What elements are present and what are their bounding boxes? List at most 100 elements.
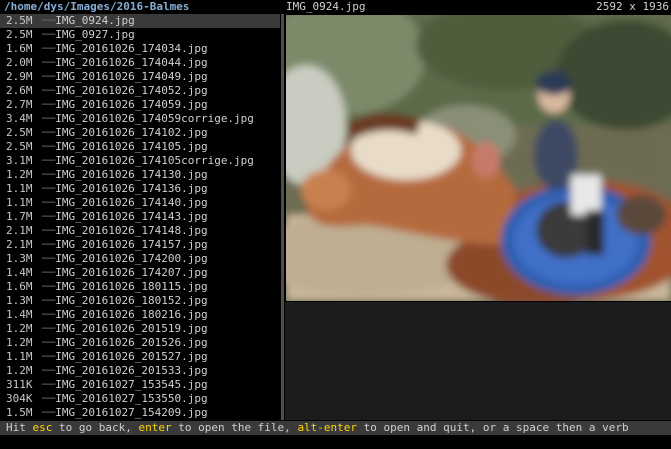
tree-branch-glyph: ── [42,182,56,195]
file-row[interactable]: 2.7M ── IMG_20161026_174059.jpg [0,98,280,112]
file-row[interactable]: 2.5M ── IMG_20161026_174105.jpg [0,140,280,154]
file-name: IMG_20161026_180152.jpg [55,294,208,307]
file-name: IMG_0927.jpg [55,28,135,41]
file-row[interactable]: 1.4M ── IMG_20161026_180216.jpg [0,308,280,322]
hint-text: to open the file, [171,421,298,434]
hint-text: to go back, [52,421,139,434]
file-name: IMG_20161026_174044.jpg [55,56,208,69]
file-name: IMG_20161026_174105corrige.jpg [55,154,254,167]
file-name: IMG_20161026_174052.jpg [55,84,208,97]
file-size: 1.6M [6,280,33,293]
file-size: 2.1M [6,238,33,251]
file-size: 1.2M [6,168,33,181]
tree-branch-glyph: ── [42,210,56,223]
file-row[interactable]: 2.1M ── IMG_20161026_174148.jpg [0,224,280,238]
file-row[interactable]: 2.5M ── IMG_20161026_174102.jpg [0,126,280,140]
file-size: 1.2M [6,322,33,335]
file-size: 2.6M [6,84,33,97]
file-name: IMG_20161026_201526.jpg [55,336,208,349]
file-row[interactable]: 1.3M ── IMG_20161026_174200.jpg [0,252,280,266]
file-name: IMG_20161026_180216.jpg [55,308,208,321]
file-name: IMG_20161026_201533.jpg [55,364,208,377]
file-size: 1.4M [6,266,33,279]
file-row[interactable]: 1.2M ── IMG_20161026_201526.jpg [0,336,280,350]
file-row[interactable]: 2.1M ── IMG_20161026_174157.jpg [0,238,280,252]
preview-panel: IMG_0924.jpg 2592 x 1936 [285,0,671,420]
current-path[interactable]: /home/dys/Images/2016-Balmes [0,0,280,14]
tree-branch-glyph: ── [42,98,56,111]
preview-empty-area [285,302,671,420]
file-name: IMG_20161026_174157.jpg [55,238,208,251]
tree-branch-glyph: ── [42,406,56,419]
file-size: 1.1M [6,182,33,195]
file-row[interactable]: 1.2M ── IMG_20161026_174130.jpg [0,168,280,182]
tree-branch-glyph: ── [42,280,56,293]
file-row[interactable]: 1.1M ── IMG_20161026_201527.jpg [0,350,280,364]
file-name: IMG_20161026_174143.jpg [55,210,208,223]
file-row[interactable]: 3.1M ── IMG_20161026_174105corrige.jpg [0,154,280,168]
tree-branch-glyph: ── [42,196,56,209]
file-row[interactable]: 2.9M ── IMG_20161026_174049.jpg [0,70,280,84]
file-name: IMG_20161026_174148.jpg [55,224,208,237]
file-name: IMG_0924.jpg [55,14,135,27]
tree-branch-glyph: ── [42,140,56,153]
file-size: 311K [6,378,33,391]
file-size: 2.5M [6,14,33,27]
file-name: IMG_20161026_174130.jpg [55,168,208,181]
file-name: IMG_20161026_174207.jpg [55,266,208,279]
tree-branch-glyph: ── [42,294,56,307]
file-size: 1.2M [6,364,33,377]
file-name: IMG_20161026_174059.jpg [55,98,208,111]
file-row[interactable]: 2.6M ── IMG_20161026_174052.jpg [0,84,280,98]
file-name: IMG_20161027_154209.jpg [55,406,208,419]
file-size: 1.3M [6,252,33,265]
panel-separator [281,14,284,420]
file-row[interactable]: 304K ── IMG_20161027_153550.jpg [0,392,280,406]
tree-branch-glyph: ── [42,266,56,279]
file-size: 2.0M [6,56,33,69]
file-row[interactable]: 1.2M ── IMG_20161026_201519.jpg [0,322,280,336]
file-size: 2.5M [6,28,33,41]
file-size: 2.1M [6,224,33,237]
file-size: 1.4M [6,308,33,321]
file-row[interactable]: 1.3M ── IMG_20161026_180152.jpg [0,294,280,308]
file-row[interactable]: 1.7M ── IMG_20161026_174143.jpg [0,210,280,224]
file-row[interactable]: 1.6M ── IMG_20161026_174034.jpg [0,42,280,56]
file-name: IMG_20161026_174136.jpg [55,182,208,195]
file-name: IMG_20161027_153550.jpg [55,392,208,405]
tree-branch-glyph: ── [42,322,56,335]
horse-rider-photo [286,15,671,301]
file-row[interactable]: 2.0M ── IMG_20161026_174044.jpg [0,56,280,70]
hint-text: Hit [6,421,33,434]
tree-branch-glyph: ── [42,168,56,181]
file-row[interactable]: 1.2M ── IMG_20161026_201533.jpg [0,364,280,378]
file-name: IMG_20161026_180115.jpg [55,280,208,293]
file-row[interactable]: 1.1M ── IMG_20161026_174136.jpg [0,182,280,196]
file-size: 1.6M [6,42,33,55]
file-size: 1.5M [6,406,33,419]
file-row[interactable]: 311K ── IMG_20161027_153545.jpg [0,378,280,392]
file-row[interactable]: 1.4M ── IMG_20161026_174207.jpg [0,266,280,280]
help-status-line: Hit esc to go back, enter to open the fi… [0,421,671,435]
image-dimensions: 2592 x 1936 [596,0,669,13]
file-name: IMG_20161026_201527.jpg [55,350,208,363]
file-name: IMG_20161026_174059corrige.jpg [55,112,254,125]
tree-branch-glyph: ── [42,84,56,97]
key-hint: enter [138,421,172,434]
tree-branch-glyph: ── [42,364,56,377]
file-name: IMG_20161027_153545.jpg [55,378,208,391]
file-row[interactable]: 3.4M ── IMG_20161026_174059corrige.jpg [0,112,280,126]
hint-text: to open and quit, or a space then a verb [357,421,629,434]
file-row[interactable]: 2.5M ── IMG_0927.jpg [0,28,280,42]
file-row[interactable]: 2.5M ── IMG_0924.jpg [0,14,280,28]
file-size: 1.1M [6,196,33,209]
file-row[interactable]: 1.1M ── IMG_20161026_174140.jpg [0,196,280,210]
tree-branch-glyph: ── [42,14,56,27]
tree-branch-glyph: ── [42,378,56,391]
file-size: 2.5M [6,140,33,153]
file-size: 1.3M [6,294,33,307]
file-row[interactable]: 1.6M ── IMG_20161026_180115.jpg [0,280,280,294]
file-row[interactable]: 1.5M ── IMG_20161027_154209.jpg [0,406,280,420]
file-size: 304K [6,392,33,405]
tree-branch-glyph: ── [42,42,56,55]
